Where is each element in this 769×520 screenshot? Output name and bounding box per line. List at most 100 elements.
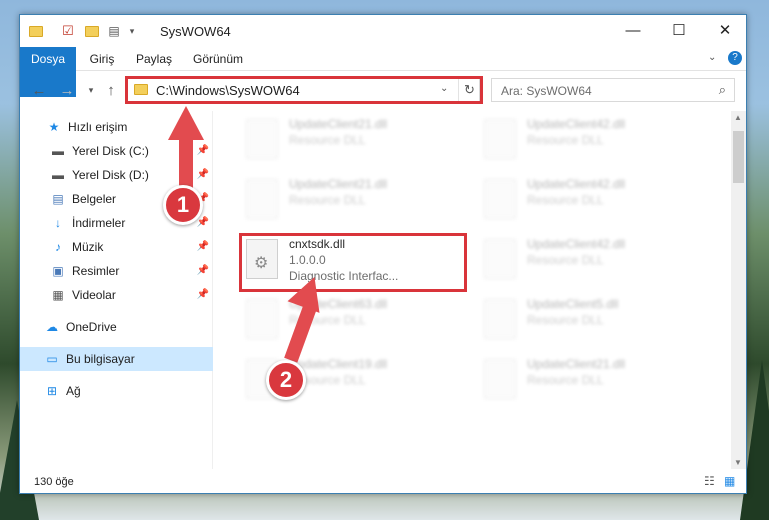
customize-toolbar-icon[interactable]: ▤: [106, 23, 122, 39]
tab-view[interactable]: Görünüm: [188, 47, 248, 71]
computer-icon: ▭: [46, 352, 58, 366]
pin-icon[interactable]: 📌: [197, 289, 209, 300]
sidebar-item-label: Videolar: [72, 288, 116, 302]
network-icon: ⊞: [46, 384, 58, 398]
dll-file-icon: [246, 179, 278, 219]
properties-icon[interactable]: ☑: [60, 23, 76, 39]
pictures-icon: ▣: [52, 264, 64, 278]
videos-icon: ▦: [52, 288, 64, 302]
search-placeholder: Ara: SysWOW64: [501, 84, 592, 98]
sidebar-item-label: Resimler: [72, 264, 120, 278]
sidebar-item-videos[interactable]: ▦ Videolar 📌: [20, 283, 213, 307]
scrollbar-thumb[interactable]: [733, 131, 744, 183]
dll-file-icon: [484, 239, 516, 279]
window-title: SysWOW64: [160, 24, 231, 39]
dll-file-icon: [484, 179, 516, 219]
sidebar-item-label: Yerel Disk (D:): [72, 168, 149, 182]
music-icon: ♪: [55, 240, 61, 254]
list-item[interactable]: UpdateClient63.dll Resource DLL: [242, 295, 472, 345]
list-item[interactable]: UpdateClient21.dll Resource DLL: [242, 115, 472, 165]
file-type: Resource DLL: [527, 313, 604, 327]
list-item-cnxtsdk[interactable]: ⚙ cnxtsdk.dll 1.0.0.0 Diagnostic Interfa…: [242, 235, 472, 285]
sidebar-item-network[interactable]: ⊞ Ağ: [20, 379, 213, 403]
search-input[interactable]: Ara: SysWOW64 ⌕: [491, 78, 735, 102]
list-item[interactable]: UpdateClient21.dll Resource DLL: [480, 355, 710, 405]
scroll-down-icon[interactable]: ▼: [734, 458, 742, 467]
file-name: UpdateClient21.dll: [527, 357, 626, 371]
pin-icon[interactable]: 📌: [197, 241, 209, 252]
sidebar-item-label: Ağ: [66, 384, 81, 398]
address-bar[interactable]: C:\Windows\SysWOW64 ⌄ ↻: [127, 78, 480, 102]
annotation-arrow-1-shaft: [179, 138, 193, 188]
cloud-icon: ☁: [46, 320, 58, 334]
tab-home[interactable]: Giriş: [84, 47, 120, 71]
item-count: 130 öğe: [34, 476, 74, 488]
dll-file-icon: [484, 299, 516, 339]
pin-icon[interactable]: 📌: [197, 169, 209, 180]
maximize-button[interactable]: ☐: [656, 15, 702, 45]
step-badge-1: 1: [163, 185, 203, 225]
file-name: UpdateClient21.dll: [289, 177, 388, 191]
list-item[interactable]: UpdateClient21.dll Resource DLL: [242, 175, 472, 225]
folder-icon: [134, 84, 148, 95]
sidebar-item-label: Yerel Disk (C:): [72, 144, 149, 158]
pin-icon[interactable]: 📌: [197, 217, 209, 228]
dll-file-icon: ⚙: [246, 239, 278, 279]
sidebar-item-music[interactable]: ♪ Müzik 📌: [20, 235, 213, 259]
status-bar: 130 öğe ☷ ▦: [20, 470, 746, 494]
new-folder-icon[interactable]: [84, 23, 100, 39]
recent-locations-icon[interactable]: ▾: [80, 79, 102, 101]
scroll-up-icon[interactable]: ▲: [734, 113, 742, 122]
folder-icon: [28, 23, 44, 39]
downloads-icon: ↓: [55, 216, 61, 230]
title-bar: ☑ ▤ ▾ SysWOW64 — ☐ ✕: [20, 15, 746, 47]
sidebar-item-label: Bu bilgisayar: [66, 352, 135, 366]
sidebar-item-label: Hızlı erişim: [68, 120, 128, 134]
documents-icon: ▤: [52, 192, 64, 206]
help-icon[interactable]: ?: [728, 51, 742, 65]
tiles-view-icon[interactable]: ▦: [724, 474, 735, 488]
up-button[interactable]: ↑: [100, 79, 122, 101]
navigation-bar: ← → ▾ ↑ C:\Windows\SysWOW64 ⌄ ↻ Ara: Sys…: [20, 75, 746, 105]
vertical-scrollbar[interactable]: ▲ ▼: [731, 111, 746, 469]
forward-button[interactable]: →: [56, 79, 78, 101]
star-icon: ★: [48, 120, 60, 134]
file-type: Resource DLL: [289, 193, 366, 207]
sidebar-item-label: Müzik: [72, 240, 104, 254]
quick-access-dropdown-icon[interactable]: ▾: [124, 23, 140, 39]
list-item[interactable]: UpdateClient42.dll Resource DLL: [480, 175, 710, 225]
list-item[interactable]: UpdateClient42.dll Resource DLL: [480, 115, 710, 165]
details-view-icon[interactable]: ☷: [704, 474, 715, 488]
file-type: Resource DLL: [527, 193, 604, 207]
file-name: UpdateClient42.dll: [527, 177, 626, 191]
explorer-window: ☑ ▤ ▾ SysWOW64 — ☐ ✕ Dosya Giriş Paylaş …: [19, 14, 747, 494]
file-name: UpdateClient42.dll: [527, 117, 626, 131]
list-item[interactable]: UpdateClient5.dll Resource DLL: [480, 295, 710, 345]
file-type: Resource DLL: [527, 373, 604, 387]
file-type: Resource DLL: [527, 133, 604, 147]
file-name: UpdateClient5.dll: [527, 297, 619, 311]
address-path: C:\Windows\SysWOW64: [156, 83, 300, 98]
dll-file-icon: [246, 119, 278, 159]
file-name: UpdateClient19.dll: [289, 357, 388, 371]
address-dropdown-icon[interactable]: ⌄: [440, 83, 448, 94]
sidebar-item-onedrive[interactable]: ☁ OneDrive: [20, 315, 213, 339]
expand-ribbon-icon[interactable]: ⌄: [708, 52, 716, 63]
search-icon: ⌕: [718, 82, 726, 97]
file-type: Resource DLL: [289, 133, 366, 147]
pin-icon[interactable]: 📌: [197, 145, 209, 156]
sidebar-item-label: OneDrive: [66, 320, 117, 334]
ribbon-tabs: Dosya Giriş Paylaş Görünüm ⌄ ?: [20, 47, 746, 97]
back-button[interactable]: ←: [28, 79, 50, 101]
list-item[interactable]: UpdateClient42.dll Resource DLL: [480, 235, 710, 285]
file-type: Resource DLL: [527, 253, 604, 267]
refresh-icon[interactable]: ↻: [458, 79, 480, 101]
sidebar-item-this-pc[interactable]: ▭ Bu bilgisayar: [20, 347, 213, 371]
sidebar-item-label: Belgeler: [72, 192, 117, 206]
minimize-button[interactable]: —: [610, 15, 656, 45]
sidebar-item-pictures[interactable]: ▣ Resimler 📌: [20, 259, 213, 283]
tab-share[interactable]: Paylaş: [132, 47, 176, 71]
close-button[interactable]: ✕: [702, 15, 748, 45]
pin-icon[interactable]: 📌: [197, 265, 209, 276]
drive-icon: ▬: [52, 168, 64, 182]
